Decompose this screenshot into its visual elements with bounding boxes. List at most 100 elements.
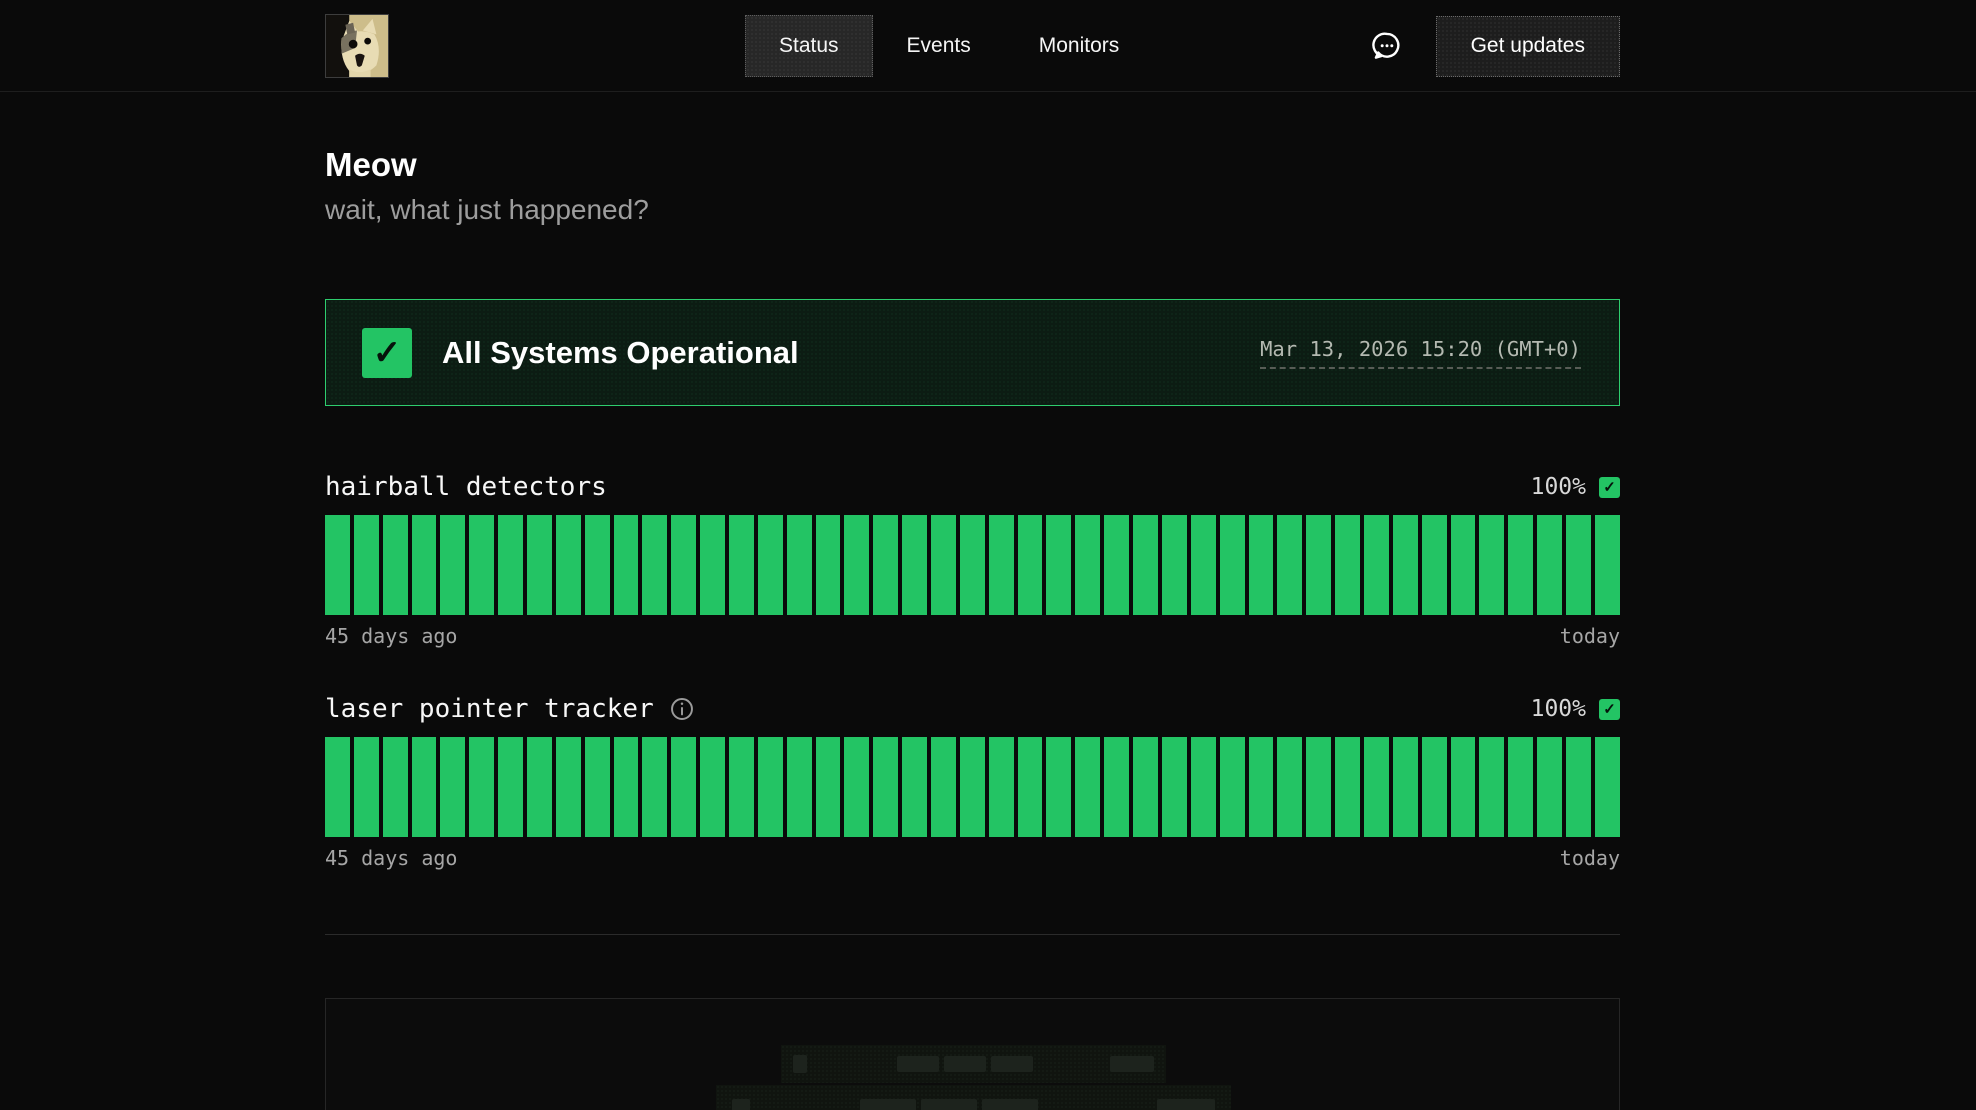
uptime-bar[interactable] <box>1104 737 1129 837</box>
uptime-bar[interactable] <box>325 515 350 615</box>
uptime-bar[interactable] <box>498 737 523 837</box>
uptime-bar[interactable] <box>931 515 956 615</box>
uptime-bar[interactable] <box>354 737 379 837</box>
uptime-bar[interactable] <box>1162 737 1187 837</box>
axis-start-label: 45 days ago <box>325 624 457 648</box>
uptime-bar[interactable] <box>1306 737 1331 837</box>
uptime-bar[interactable] <box>873 737 898 837</box>
get-updates-button[interactable]: Get updates <box>1436 16 1620 77</box>
uptime-bar[interactable] <box>556 515 581 615</box>
uptime-bar[interactable] <box>527 737 552 837</box>
uptime-bar[interactable] <box>383 515 408 615</box>
uptime-bar[interactable] <box>1451 737 1476 837</box>
uptime-bar[interactable] <box>1133 515 1158 615</box>
uptime-bar[interactable] <box>412 515 437 615</box>
uptime-bar[interactable] <box>469 515 494 615</box>
uptime-bar[interactable] <box>1451 515 1476 615</box>
uptime-bar[interactable] <box>1566 515 1591 615</box>
uptime-bar[interactable] <box>1075 737 1100 837</box>
uptime-bar[interactable] <box>1162 515 1187 615</box>
info-icon[interactable] <box>669 696 695 722</box>
uptime-bar[interactable] <box>1335 515 1360 615</box>
uptime-bar[interactable] <box>729 737 754 837</box>
uptime-bar[interactable] <box>700 515 725 615</box>
uptime-bar[interactable] <box>960 515 985 615</box>
feedback-chat-icon[interactable] <box>1370 29 1404 63</box>
tab-monitors[interactable]: Monitors <box>1005 15 1154 77</box>
uptime-bar[interactable] <box>1306 515 1331 615</box>
uptime-bar[interactable] <box>1220 737 1245 837</box>
uptime-bar[interactable] <box>1393 515 1418 615</box>
uptime-bar[interactable] <box>902 515 927 615</box>
uptime-bar[interactable] <box>1249 737 1274 837</box>
uptime-bar[interactable] <box>1191 737 1216 837</box>
uptime-bar[interactable] <box>1249 515 1274 615</box>
uptime-bar[interactable] <box>1364 515 1389 615</box>
uptime-bar[interactable] <box>1018 515 1043 615</box>
uptime-bar[interactable] <box>614 737 639 837</box>
uptime-bar[interactable] <box>1595 737 1620 837</box>
uptime-bar[interactable] <box>642 737 667 837</box>
uptime-bar[interactable] <box>354 515 379 615</box>
uptime-bar[interactable] <box>1191 515 1216 615</box>
logo-cat-image[interactable] <box>325 14 389 78</box>
uptime-bar[interactable] <box>1018 737 1043 837</box>
uptime-bar[interactable] <box>844 737 869 837</box>
uptime-bar[interactable] <box>1075 515 1100 615</box>
uptime-bar[interactable] <box>440 737 465 837</box>
uptime-bar[interactable] <box>325 737 350 837</box>
uptime-bar[interactable] <box>700 737 725 837</box>
uptime-bar[interactable] <box>1364 737 1389 837</box>
uptime-bar[interactable] <box>1566 737 1591 837</box>
uptime-bar[interactable] <box>729 515 754 615</box>
uptime-bar[interactable] <box>989 737 1014 837</box>
uptime-bar[interactable] <box>412 737 437 837</box>
uptime-bar[interactable] <box>1046 515 1071 615</box>
uptime-bar[interactable] <box>758 515 783 615</box>
uptime-bar[interactable] <box>1508 737 1533 837</box>
status-timestamp[interactable]: Mar 13, 2026 15:20 (GMT+0) <box>1260 337 1581 369</box>
uptime-bar[interactable] <box>902 737 927 837</box>
uptime-bar[interactable] <box>1595 515 1620 615</box>
uptime-bar[interactable] <box>440 515 465 615</box>
uptime-bar[interactable] <box>989 515 1014 615</box>
uptime-bar[interactable] <box>758 737 783 837</box>
uptime-bar[interactable] <box>383 737 408 837</box>
uptime-bar[interactable] <box>556 737 581 837</box>
uptime-bar[interactable] <box>1422 737 1447 837</box>
uptime-bar[interactable] <box>671 737 696 837</box>
uptime-bar[interactable] <box>1508 515 1533 615</box>
uptime-bar[interactable] <box>1133 737 1158 837</box>
uptime-bar[interactable] <box>1537 737 1562 837</box>
uptime-bar[interactable] <box>642 515 667 615</box>
uptime-bar[interactable] <box>816 737 841 837</box>
uptime-bar[interactable] <box>1220 515 1245 615</box>
uptime-bar[interactable] <box>960 737 985 837</box>
uptime-bar[interactable] <box>1479 515 1504 615</box>
uptime-bar[interactable] <box>816 515 841 615</box>
uptime-bar[interactable] <box>585 515 610 615</box>
uptime-bar[interactable] <box>1479 737 1504 837</box>
uptime-bar[interactable] <box>1104 515 1129 615</box>
uptime-bar[interactable] <box>787 515 812 615</box>
uptime-bar[interactable] <box>1422 515 1447 615</box>
uptime-bar[interactable] <box>873 515 898 615</box>
uptime-bar[interactable] <box>1046 737 1071 837</box>
uptime-bar[interactable] <box>1277 515 1302 615</box>
uptime-bar[interactable] <box>614 515 639 615</box>
uptime-bar[interactable] <box>844 515 869 615</box>
uptime-bar[interactable] <box>1393 737 1418 837</box>
uptime-bar[interactable] <box>671 515 696 615</box>
uptime-bar[interactable] <box>527 515 552 615</box>
uptime-bar[interactable] <box>787 737 812 837</box>
uptime-bar[interactable] <box>1277 737 1302 837</box>
uptime-bar[interactable] <box>585 737 610 837</box>
uptime-percentage: 100% <box>1531 474 1586 500</box>
tab-status[interactable]: Status <box>745 15 873 77</box>
tab-events[interactable]: Events <box>873 15 1005 77</box>
uptime-bar[interactable] <box>498 515 523 615</box>
uptime-bar[interactable] <box>1335 737 1360 837</box>
uptime-bar[interactable] <box>931 737 956 837</box>
uptime-bar[interactable] <box>469 737 494 837</box>
uptime-bar[interactable] <box>1537 515 1562 615</box>
